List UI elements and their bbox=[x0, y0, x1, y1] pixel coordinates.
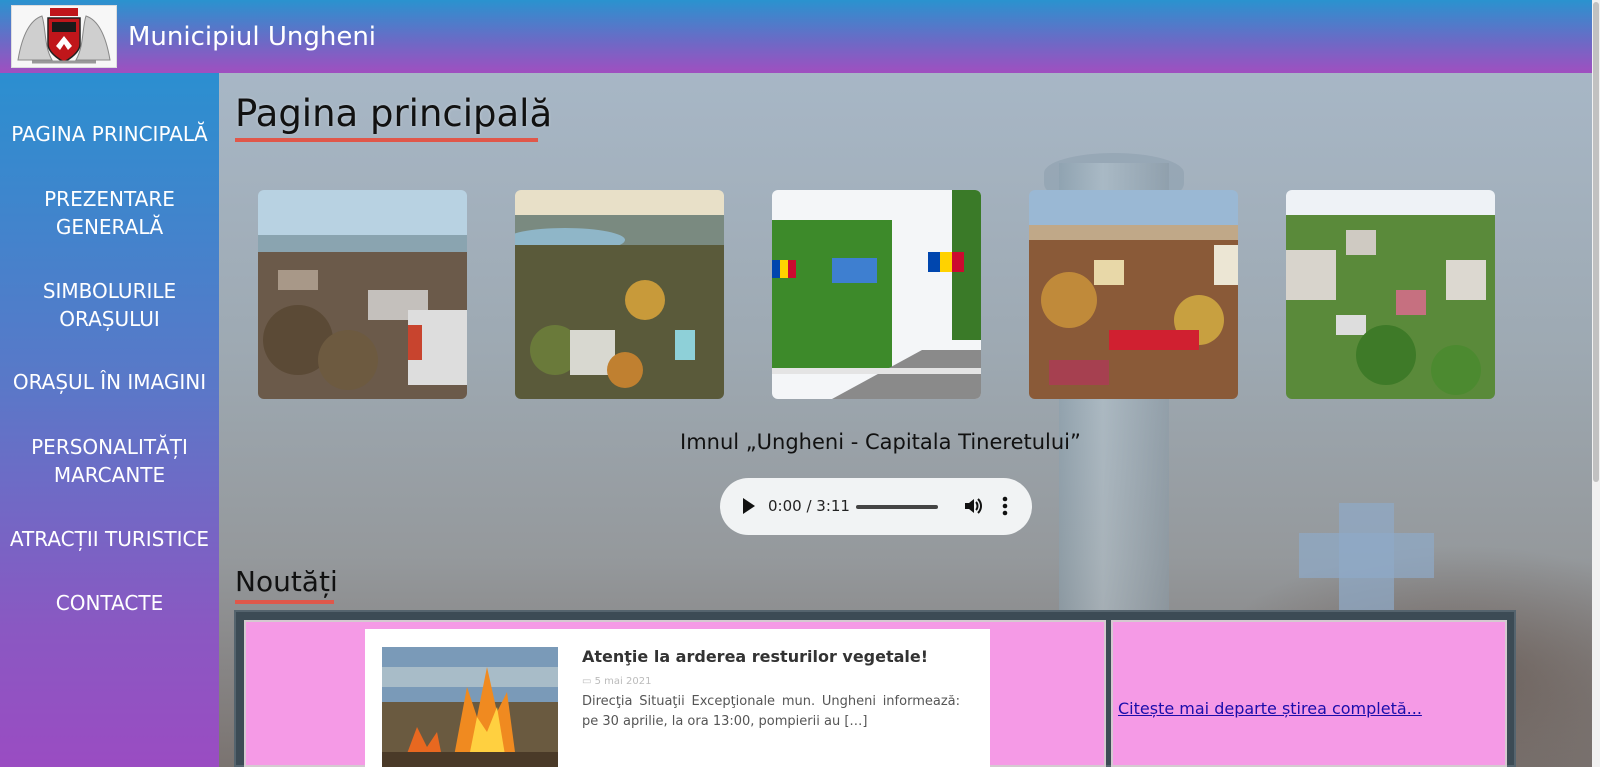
nav-item-atractii-turistice[interactable]: ATRACȚII TURISTICE bbox=[0, 525, 219, 553]
news-underline bbox=[235, 600, 334, 604]
scrollbar-thumb[interactable] bbox=[1593, 2, 1599, 482]
news-card[interactable]: Atenţie la arderea resturilor vegetale! … bbox=[365, 629, 990, 767]
news-thumbnail[interactable] bbox=[382, 647, 558, 767]
audio-seek-slider[interactable] bbox=[856, 505, 938, 509]
anthem-title: Imnul „Ungheni - Capitala Tineretului” bbox=[680, 430, 1081, 454]
page-title: Pagina principală bbox=[235, 92, 553, 135]
sidebar-nav: PAGINA PRINCIPALĂ PREZENTARE GENERALĂ SI… bbox=[0, 73, 219, 767]
site-title[interactable]: Municipiul Ungheni bbox=[128, 22, 376, 52]
more-options-icon[interactable] bbox=[1002, 495, 1008, 517]
audio-time: 0:00 / 3:11 bbox=[768, 497, 850, 515]
page-scrollbar[interactable] bbox=[1592, 0, 1600, 767]
volume-icon[interactable] bbox=[963, 496, 983, 516]
nav-item-personalitati-marcante[interactable]: PERSONALITĂȚI MARCANTE bbox=[0, 433, 219, 489]
nav-item-simbolurile-orasului[interactable]: SIMBOLURILE ORAȘULUI bbox=[0, 277, 219, 333]
nav-item-pagina-principala[interactable]: PAGINA PRINCIPALĂ bbox=[0, 120, 219, 148]
title-underline bbox=[235, 138, 538, 142]
site-header: Municipiul Ungheni bbox=[0, 0, 1592, 73]
news-headline[interactable]: Atenţie la arderea resturilor vegetale! bbox=[582, 647, 928, 666]
news-cell-link bbox=[1111, 620, 1507, 767]
news-section-title: Noutăți bbox=[235, 565, 338, 598]
news-date: ▭ 5 mai 2021 bbox=[582, 676, 652, 687]
play-icon[interactable] bbox=[743, 498, 755, 514]
coat-of-arms-icon[interactable] bbox=[11, 5, 117, 68]
gallery-photo-4[interactable] bbox=[1029, 190, 1238, 399]
nav-item-contacte[interactable]: CONTACTE bbox=[0, 589, 219, 617]
nav-item-orasul-in-imagini[interactable]: ORAȘUL ÎN IMAGINI bbox=[0, 368, 219, 396]
gallery-photo-3[interactable] bbox=[772, 190, 981, 399]
gallery-photo-5[interactable] bbox=[1286, 190, 1495, 399]
audio-player[interactable]: 0:00 / 3:11 bbox=[720, 478, 1032, 535]
read-more-link[interactable]: Citește mai departe știrea completă... bbox=[1118, 699, 1422, 718]
nav-item-prezentare-generala[interactable]: PREZENTARE GENERALĂ bbox=[0, 185, 219, 241]
gallery-photo-2[interactable] bbox=[515, 190, 724, 399]
news-excerpt: Direcţia Situaţii Excepţionale mun. Ungh… bbox=[582, 694, 960, 729]
calendar-icon: ▭ bbox=[582, 676, 595, 687]
gallery-photo-1[interactable] bbox=[258, 190, 467, 399]
